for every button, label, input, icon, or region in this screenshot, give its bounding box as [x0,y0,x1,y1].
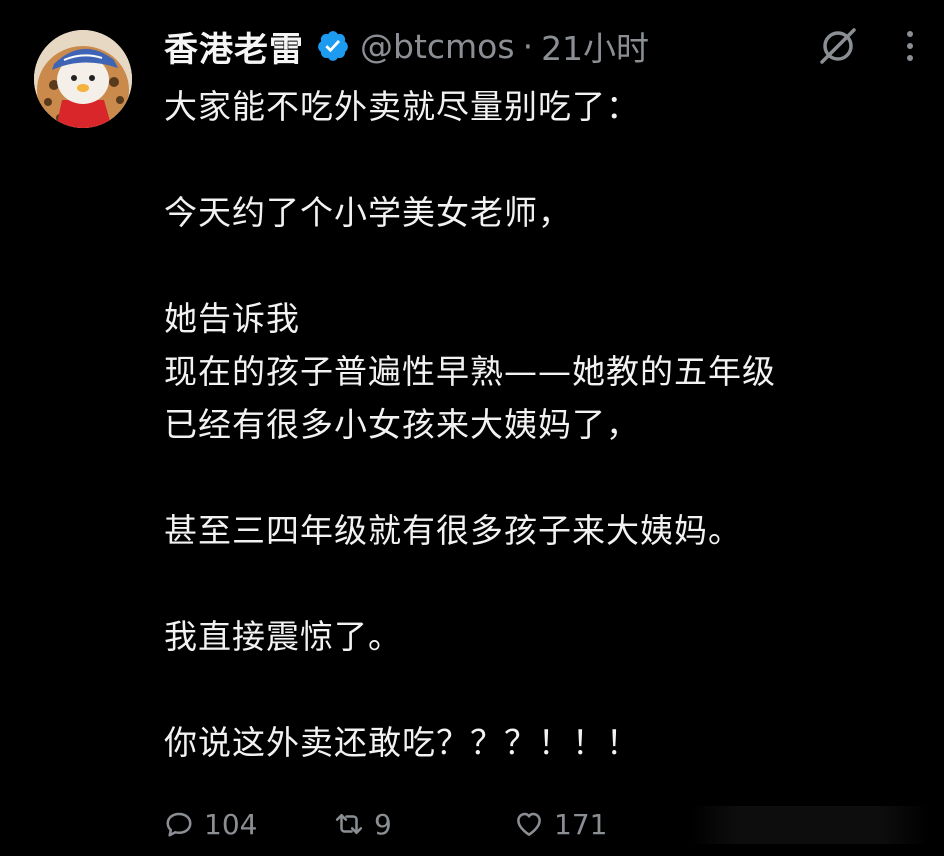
post-line-blank [164,451,924,504]
post-line: 我直接震惊了。 [164,617,402,656]
display-name[interactable]: 香港老雷 [164,22,304,71]
post-line: 现在的孩子普遍性早熟——她教的五年级 [164,352,776,391]
retweet-button[interactable]: 9 [334,808,514,841]
post-body: 大家能不吃外卖就尽量别吃了： 今天约了个小学美女老师， 她告诉我 现在的孩子普遍… [164,80,924,769]
post-timestamp[interactable]: 21小时 [541,22,649,70]
post-line: 已经有很多小女孩来大姨妈了， [164,405,640,444]
author-handle[interactable]: @btcmos [360,27,515,66]
like-count: 171 [554,807,608,841]
post-line-blank [164,133,924,186]
more-vertical-icon[interactable] [904,28,916,64]
like-button[interactable]: 171 [514,808,714,841]
post-line: 她告诉我 [164,299,300,338]
grok-icon[interactable] [816,24,860,68]
post-line: 甚至三四年级就有很多孩子来大姨妈。 [164,511,742,550]
post-line: 大家能不吃外卖就尽量别吃了： [164,87,640,126]
post-line-blank [164,663,924,716]
verified-badge-icon [316,29,350,63]
reply-button[interactable]: 104 [164,808,334,841]
top-right-controls [816,22,916,70]
retweet-count: 9 [374,807,392,841]
heart-icon [514,809,544,839]
separator-dot: · [522,26,534,66]
tweet-header: 香港老雷 @btcmos · 21小时 [164,22,649,70]
tweet: 香港老雷 @btcmos · 21小时 大家能不吃外卖就尽量别吃了： 今天约了个… [0,0,944,856]
reply-count: 104 [204,807,258,841]
watermark-overlay [690,806,930,844]
retweet-icon [334,809,364,839]
cartoon-penguin-avatar-icon [34,30,132,128]
post-line-blank [164,557,924,610]
post-line-blank [164,239,924,292]
post-line: 你说这外卖还敢吃？？？！！！ [164,723,640,762]
post-line: 今天约了个小学美女老师， [164,193,572,232]
reply-icon [164,809,194,839]
avatar[interactable] [34,30,132,128]
